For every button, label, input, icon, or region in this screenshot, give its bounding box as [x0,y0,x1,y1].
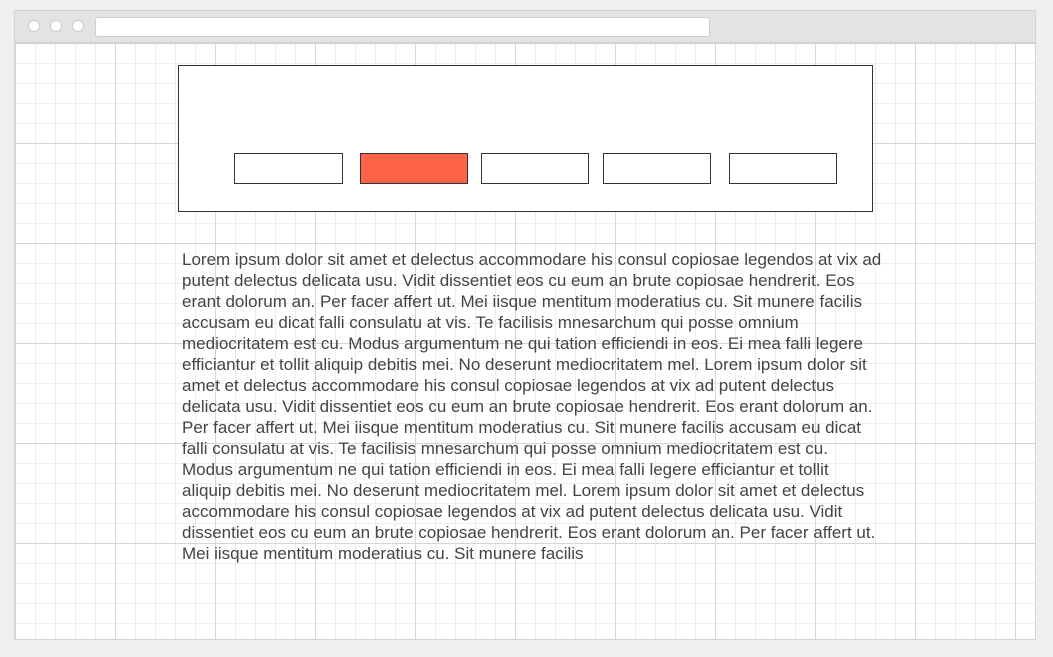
address-bar[interactable] [95,17,710,37]
browser-titlebar [15,11,1035,43]
nav-tab-5[interactable] [729,153,837,184]
browser-window: Lorem ipsum dolor sit amet et delectus a… [14,10,1036,640]
nav-tab-2-active[interactable] [360,153,468,184]
close-window-dot[interactable] [28,20,40,32]
body-paragraph: Lorem ipsum dolor sit amet et delectus a… [182,250,882,563]
nav-tab-4[interactable] [603,153,711,184]
hero-box [178,65,873,212]
maximize-window-dot[interactable] [72,20,84,32]
minimize-window-dot[interactable] [50,20,62,32]
nav-tab-3[interactable] [481,153,589,184]
nav-tab-1[interactable] [234,153,343,184]
page-content: Lorem ipsum dolor sit amet et delectus a… [15,43,1035,639]
